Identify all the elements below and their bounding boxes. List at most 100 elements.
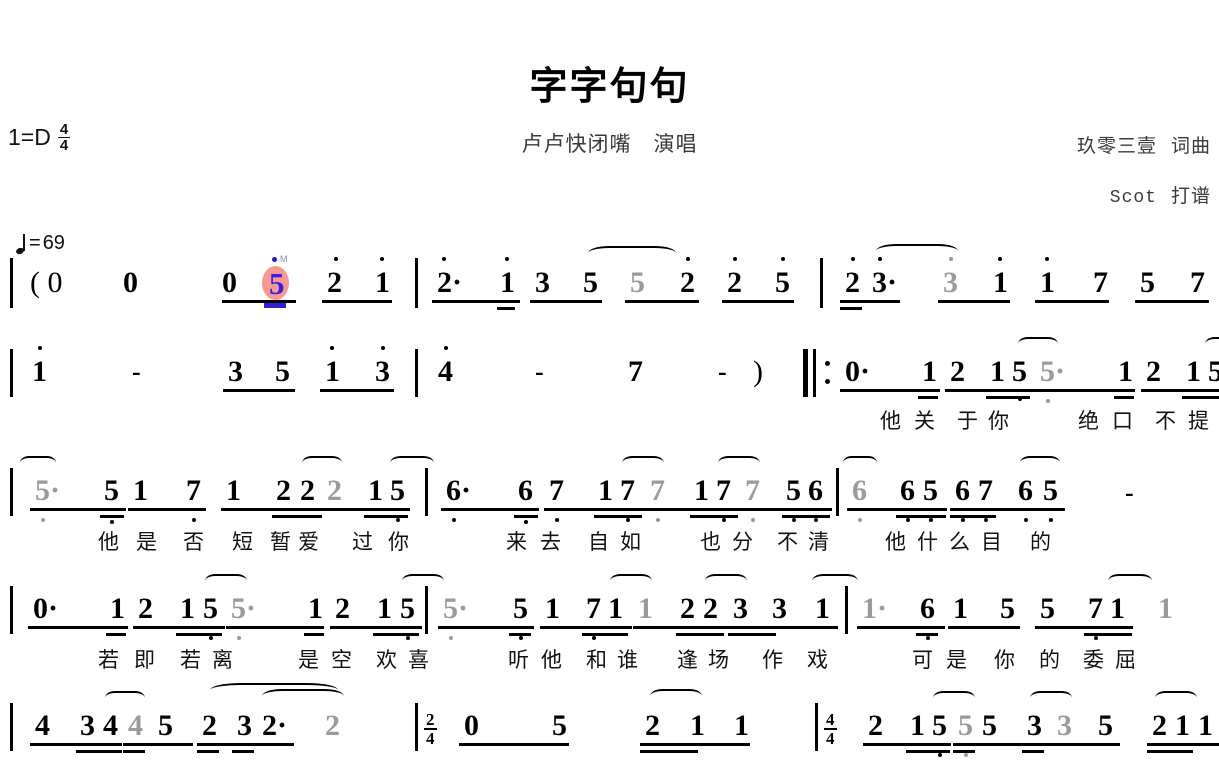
note-highlighted[interactable]: 5 (269, 268, 285, 299)
note-tied[interactable]: 5· (1040, 357, 1065, 387)
note[interactable]: 7 (186, 476, 201, 506)
note[interactable]: 1 (1110, 594, 1125, 624)
note[interactable]: 2 (202, 711, 217, 741)
note-tied[interactable]: 6 (852, 476, 867, 506)
rest[interactable]: 0· (845, 357, 870, 387)
note[interactable]: 7 (549, 476, 564, 506)
rest[interactable]: 0· (33, 594, 58, 624)
note-tied[interactable]: 4 (128, 711, 143, 741)
note[interactable]: 5 (1140, 268, 1155, 298)
note[interactable]: 7 (628, 357, 643, 387)
note[interactable]: 6 (955, 476, 970, 506)
note[interactable]: 1 (226, 476, 241, 506)
note[interactable]: 7 (586, 594, 601, 624)
note[interactable]: 1 (990, 357, 1005, 387)
note[interactable]: 6 (518, 476, 533, 506)
note[interactable]: 2 (680, 594, 695, 624)
note[interactable]: 3 (1027, 711, 1042, 741)
note-tied[interactable]: 2 (327, 476, 342, 506)
note[interactable]: 1 (325, 357, 340, 387)
note[interactable]: 2 (950, 357, 965, 387)
note[interactable]: 4 (103, 711, 118, 741)
note[interactable]: 1 (922, 357, 937, 387)
note[interactable]: 7 (1088, 594, 1103, 624)
note[interactable]: 2 (727, 268, 742, 298)
note[interactable]: 3 (228, 357, 243, 387)
note[interactable]: 1 (375, 268, 390, 298)
note[interactable]: 1 (1186, 357, 1201, 387)
note[interactable]: 2 (327, 268, 342, 298)
note[interactable]: 5 (1040, 594, 1055, 624)
note[interactable]: 2· (262, 711, 287, 741)
note[interactable]: 5 (400, 594, 415, 624)
note-tied[interactable]: 3 (943, 268, 958, 298)
note[interactable]: 7 (1093, 268, 1108, 298)
note[interactable]: 2 (868, 711, 883, 741)
note[interactable]: 1 (368, 476, 383, 506)
note[interactable]: 5 (203, 594, 218, 624)
note[interactable]: 3 (772, 594, 787, 624)
note[interactable]: 2 (845, 268, 860, 298)
note[interactable]: 5 (104, 476, 119, 506)
note[interactable]: 1 (734, 711, 749, 741)
note[interactable]: 1 (690, 711, 705, 741)
note[interactable]: 1 (694, 476, 709, 506)
note-tied[interactable]: 2 (325, 711, 340, 741)
note-tied[interactable]: 1 (638, 594, 653, 624)
note[interactable]: 5 (158, 711, 173, 741)
note[interactable]: 1 (133, 476, 148, 506)
note[interactable]: 5 (932, 711, 947, 741)
note-tied[interactable]: 7 (745, 476, 760, 506)
note[interactable]: 2 (1146, 357, 1161, 387)
note[interactable]: 5 (390, 476, 405, 506)
note-tied[interactable]: 5· (231, 594, 256, 624)
note[interactable]: 3 (535, 268, 550, 298)
note[interactable]: 1 (910, 711, 925, 741)
note[interactable]: 1 (110, 594, 125, 624)
note[interactable]: 2 (300, 476, 315, 506)
note[interactable]: 5 (1012, 357, 1027, 387)
note-tied[interactable]: 1· (862, 594, 887, 624)
note[interactable]: 1 (608, 594, 623, 624)
note[interactable]: 7 (620, 476, 635, 506)
note[interactable]: 1 (32, 357, 47, 387)
note[interactable]: 7 (978, 476, 993, 506)
note[interactable]: 1 (993, 268, 1008, 298)
note[interactable]: 1 (180, 594, 195, 624)
note[interactable]: 2 (645, 711, 660, 741)
note[interactable]: 6 (920, 594, 935, 624)
note[interactable]: 6 (1018, 476, 1033, 506)
note[interactable]: 5 (982, 711, 997, 741)
note[interactable]: 0 (222, 268, 237, 298)
note[interactable]: 1 (545, 594, 560, 624)
note-tied[interactable]: 5· (443, 594, 468, 624)
note[interactable]: 2 (276, 476, 291, 506)
note[interactable]: 1 (308, 594, 323, 624)
note[interactable]: 4 (438, 357, 453, 387)
note[interactable]: 5 (1098, 711, 1113, 741)
note[interactable]: 5 (583, 268, 598, 298)
note[interactable]: 1 (815, 594, 830, 624)
note-tied[interactable]: 3 (1057, 711, 1072, 741)
note[interactable]: 2· (437, 268, 462, 298)
note[interactable]: 1 (953, 594, 968, 624)
note[interactable]: 6 (900, 476, 915, 506)
note[interactable]: 5 (1000, 594, 1015, 624)
note[interactable]: 2 (335, 594, 350, 624)
note[interactable]: 2 (138, 594, 153, 624)
note[interactable]: 5 (775, 268, 790, 298)
note[interactable]: 1 (598, 476, 613, 506)
note-tied[interactable]: 7 (650, 476, 665, 506)
note[interactable]: 6 (808, 476, 823, 506)
note[interactable]: 5 (513, 594, 528, 624)
rest[interactable]: 0 (464, 711, 479, 741)
note[interactable]: 1 (377, 594, 392, 624)
note[interactable]: 3· (872, 268, 897, 298)
note[interactable]: 6· (446, 476, 471, 506)
note[interactable]: 2 (680, 268, 695, 298)
note[interactable]: 1 (1118, 357, 1133, 387)
note[interactable]: 1 (1175, 711, 1190, 741)
note[interactable]: 1 (1040, 268, 1055, 298)
note[interactable]: 2 (1152, 711, 1167, 741)
note-tied[interactable]: 1 (1158, 594, 1173, 624)
